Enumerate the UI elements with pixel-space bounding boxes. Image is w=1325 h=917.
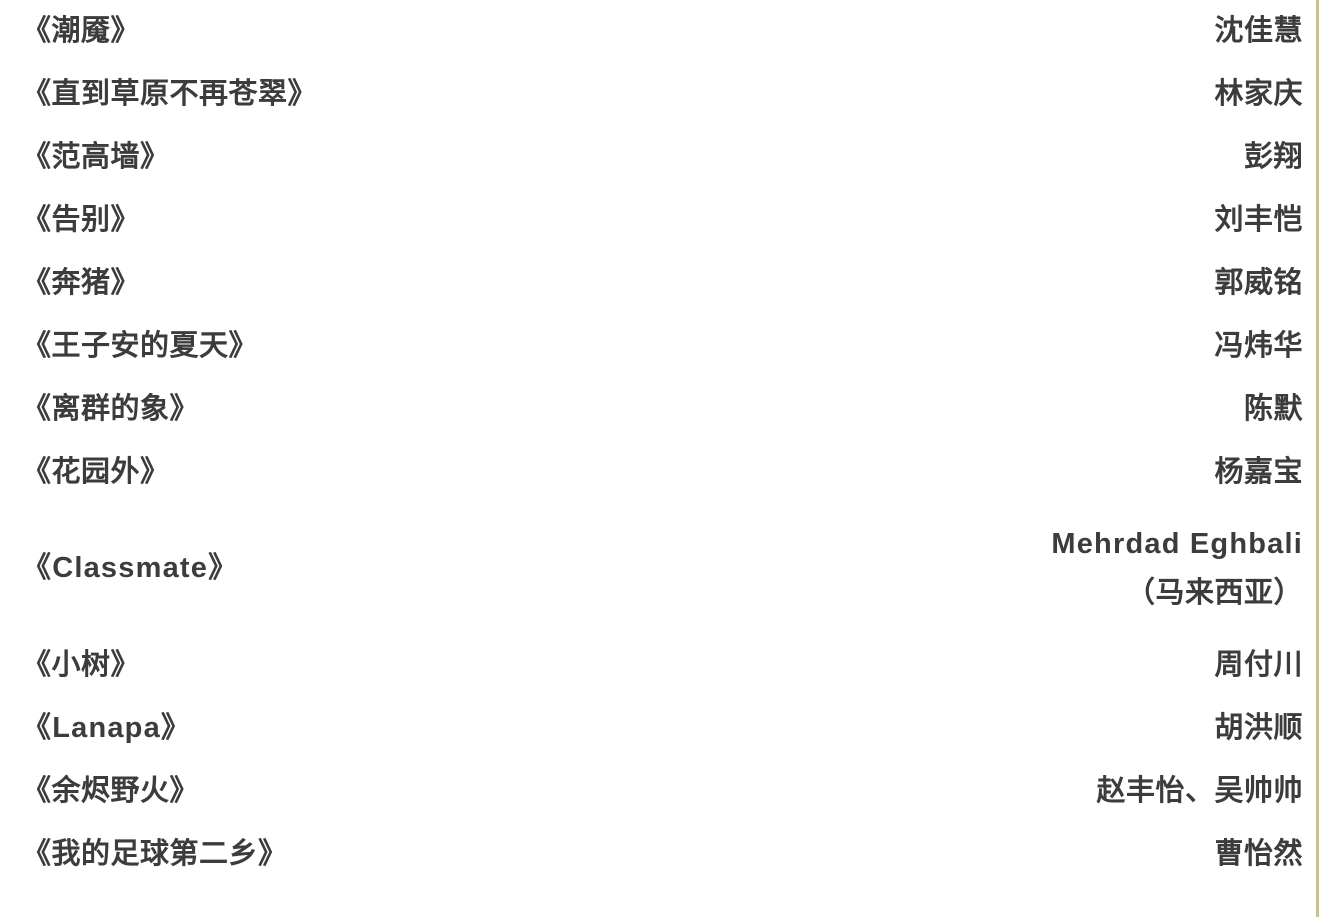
film-title: 《潮魇》 (22, 14, 141, 47)
list-item: 《直到草原不再苍翠》 林家庆 (0, 63, 1325, 126)
list-item: 《Lanapa》 胡洪顺 (0, 697, 1325, 760)
list-item: 《告别》 刘丰恺 (0, 189, 1325, 252)
list-item: 《余烬野火》 赵丰怡、吴帅帅 (0, 760, 1325, 823)
film-title: 《余烬野火》 (22, 774, 200, 807)
film-title: 《王子安的夏天》 (22, 329, 259, 362)
creator-country-note: （马来西亚） (1125, 577, 1303, 609)
film-creator: 杨嘉宝 (1214, 456, 1303, 489)
film-creator: Mehrdad Eghbali （马来西亚） (1051, 528, 1303, 611)
creator-name: 林家庆 (1214, 77, 1303, 110)
film-title: 《离群的象》 (22, 392, 200, 425)
list-item: 《花园外》 杨嘉宝 (0, 441, 1325, 504)
list-item: 《范高墙》 彭翔 (0, 126, 1325, 189)
list-item: 《小树》 周付川 (0, 634, 1325, 697)
film-creator: 胡洪顺 (1214, 712, 1303, 745)
film-title: 《奔猪》 (22, 266, 141, 299)
creator-name: 郭威铭 (1214, 266, 1303, 299)
film-credits-page: 《潮魇》 沈佳慧《直到草原不再苍翠》 林家庆《范高墙》 彭翔《告别》 刘丰恺《奔猪》 郭威… (0, 0, 1325, 917)
list-item: 《王子安的夏天》 冯炜华 (0, 315, 1325, 378)
film-creator: 郭威铭 (1214, 267, 1303, 300)
creator-name: 曹怡然 (1214, 837, 1303, 870)
film-title: 《我的足球第二乡》 (22, 837, 288, 870)
creator-name: 周付川 (1214, 648, 1303, 681)
list-item: 《我的足球第二乡》 曹怡然 (0, 823, 1325, 886)
film-creator: 周付川 (1214, 649, 1303, 682)
creator-name: 陈默 (1243, 392, 1303, 425)
list-item: 《Classmate》 Mehrdad Eghbali （马来西亚） (0, 504, 1325, 634)
list-item: 《潮魇》 沈佳慧 (0, 0, 1325, 63)
film-title: 《直到草原不再苍翠》 (22, 77, 318, 110)
creator-name: 赵丰怡、吴帅帅 (1096, 774, 1303, 807)
film-creator: 陈默 (1244, 393, 1303, 426)
film-creator: 曹怡然 (1214, 838, 1303, 871)
creator-name: 杨嘉宝 (1214, 455, 1303, 488)
list-item: 《离群的象》 陈默 (0, 378, 1325, 441)
creator-name: 冯炜华 (1214, 329, 1303, 362)
film-title: 《花园外》 (22, 455, 170, 488)
film-title: 《范高墙》 (22, 140, 170, 173)
creator-name: 刘丰恺 (1214, 203, 1303, 236)
film-title: 《小树》 (22, 648, 141, 681)
creator-name: Mehrdad Eghbali (1051, 527, 1303, 560)
creator-name: 彭翔 (1243, 140, 1303, 173)
film-title: 《Classmate》 (22, 552, 239, 585)
film-title: 《Lanapa》 (22, 711, 192, 744)
film-creator: 沈佳慧 (1214, 15, 1303, 48)
film-creator: 彭翔 (1244, 141, 1303, 174)
creator-name: 胡洪顺 (1214, 711, 1303, 744)
film-creator: 冯炜华 (1214, 330, 1303, 363)
film-title: 《告别》 (22, 203, 141, 236)
film-creator: 刘丰恺 (1214, 204, 1303, 237)
film-credits-list: 《潮魇》 沈佳慧《直到草原不再苍翠》 林家庆《范高墙》 彭翔《告别》 刘丰恺《奔猪》 郭威… (0, 0, 1325, 886)
film-creator: 林家庆 (1214, 78, 1303, 111)
film-creator: 赵丰怡、吴帅帅 (1096, 775, 1303, 808)
creator-name: 沈佳慧 (1214, 14, 1303, 47)
list-item: 《奔猪》 郭威铭 (0, 252, 1325, 315)
